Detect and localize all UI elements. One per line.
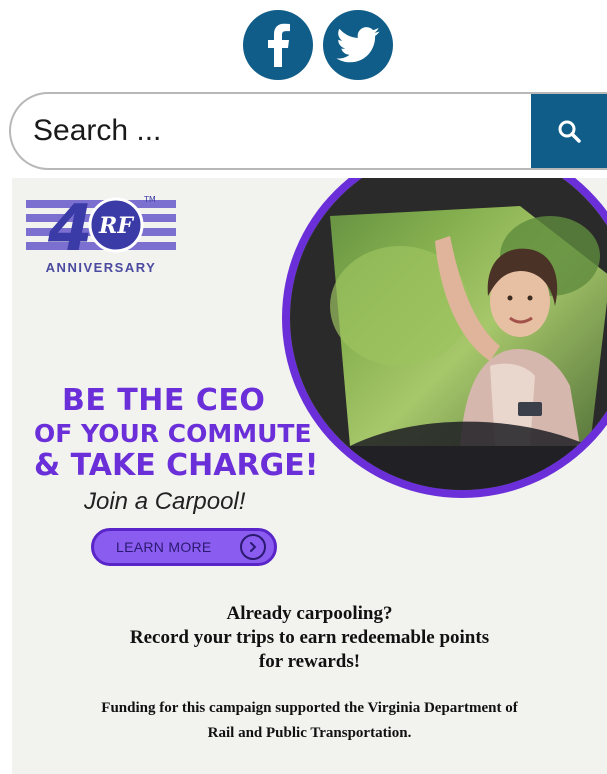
rewards-message: Already carpooling? Record your trips to… <box>12 602 607 674</box>
search-icon <box>558 120 581 143</box>
learn-more-label: LEARN MORE <box>116 539 212 555</box>
social-links <box>0 10 607 84</box>
facebook-link[interactable] <box>243 10 313 80</box>
funding-line-1: Funding for this campaign supported the … <box>101 700 518 716</box>
facebook-icon <box>268 23 290 67</box>
twitter-link[interactable] <box>323 10 393 80</box>
search-bar <box>9 92 607 170</box>
anniversary-logo: 4 RF TM ANNIVERSARY <box>26 190 176 285</box>
rewards-line-3: for rewards! <box>258 651 361 672</box>
svg-text:RF: RF <box>98 213 134 239</box>
anniversary-40-graphic: 4 RF TM <box>26 192 176 266</box>
anniversary-label: ANNIVERSARY <box>45 260 157 275</box>
twitter-icon <box>336 27 380 63</box>
headline-line-1: BE THE CEO <box>62 383 266 418</box>
search-input[interactable] <box>11 94 531 168</box>
svg-text:TM: TM <box>143 195 156 204</box>
carpool-banner[interactable]: 4 RF TM ANNIVERSARY BE THE CEO OF YOUR C… <box>12 178 607 774</box>
headline-line-2: OF YOUR COMMUTE <box>34 419 312 448</box>
svg-text:4: 4 <box>47 192 93 260</box>
woman-at-car-window-image <box>290 178 607 490</box>
carpool-photo <box>282 178 607 498</box>
headline-line-3: & TAKE CHARGE! <box>34 448 319 483</box>
chevron-right-icon <box>240 534 266 560</box>
search-button[interactable] <box>531 94 607 168</box>
rewards-line-1: Already carpooling? <box>226 603 393 624</box>
subheadline: Join a Carpool! <box>84 488 246 515</box>
funding-note: Funding for this campaign supported the … <box>12 696 607 746</box>
funding-line-2: Rail and Public Transportation. <box>207 725 412 741</box>
rewards-line-2: Record your trips to earn redeemable poi… <box>129 627 490 648</box>
learn-more-button[interactable]: LEARN MORE <box>91 528 277 566</box>
